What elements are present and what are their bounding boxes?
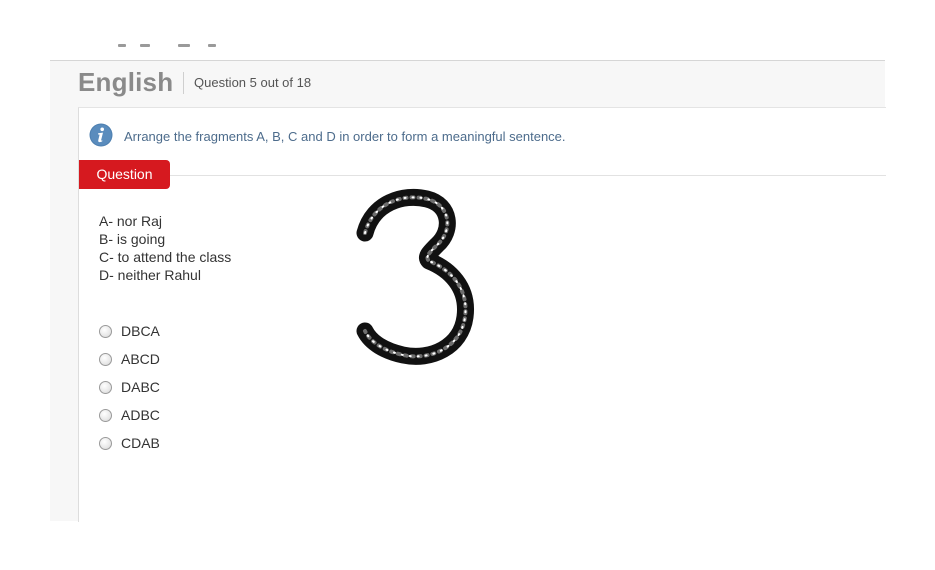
- question-header: English Question 5 out of 18: [50, 61, 885, 107]
- question-divider: [79, 175, 886, 176]
- question-progress: Question 5 out of 18: [194, 75, 312, 90]
- subject-title: English: [78, 67, 174, 97]
- page: English Question 5 out of 18 Arrange the…: [0, 0, 935, 570]
- option-dabc[interactable]: DABC: [99, 377, 219, 405]
- radio-button[interactable]: [99, 353, 112, 366]
- option-label: DABC: [121, 379, 160, 395]
- answer-options: DBCA ABCD DABC ADBC CDAB: [99, 321, 219, 461]
- option-abcd[interactable]: ABCD: [99, 349, 219, 377]
- fragment-b: B- is going: [99, 231, 166, 247]
- radio-button[interactable]: [99, 437, 112, 450]
- question-tab[interactable]: Question: [79, 160, 170, 189]
- option-dbca[interactable]: DBCA: [99, 321, 219, 349]
- fragment-d: D- neither Rahul: [99, 267, 201, 283]
- option-adbc[interactable]: ADBC: [99, 405, 219, 433]
- fragment-c: C- to attend the class: [99, 249, 232, 265]
- radio-button[interactable]: [99, 325, 112, 338]
- option-cdab[interactable]: CDAB: [99, 433, 219, 461]
- radio-button[interactable]: [99, 409, 112, 422]
- handwritten-number-3: [356, 188, 474, 365]
- header-divider: [183, 72, 184, 94]
- option-label: ADBC: [121, 407, 160, 423]
- fragment-a: A- nor Raj: [99, 213, 163, 229]
- radio-button[interactable]: [99, 381, 112, 394]
- instruction-bar: Arrange the fragments A, B, C and D in o…: [79, 108, 886, 160]
- option-label: CDAB: [121, 435, 160, 451]
- option-label: ABCD: [121, 351, 160, 367]
- option-label: DBCA: [121, 323, 160, 339]
- info-icon: [89, 123, 113, 147]
- question-fragments: A- nor Raj B- is going C- to attend the …: [99, 212, 231, 284]
- cropped-top-text: [118, 40, 228, 50]
- instruction-text: Arrange the fragments A, B, C and D in o…: [124, 129, 566, 144]
